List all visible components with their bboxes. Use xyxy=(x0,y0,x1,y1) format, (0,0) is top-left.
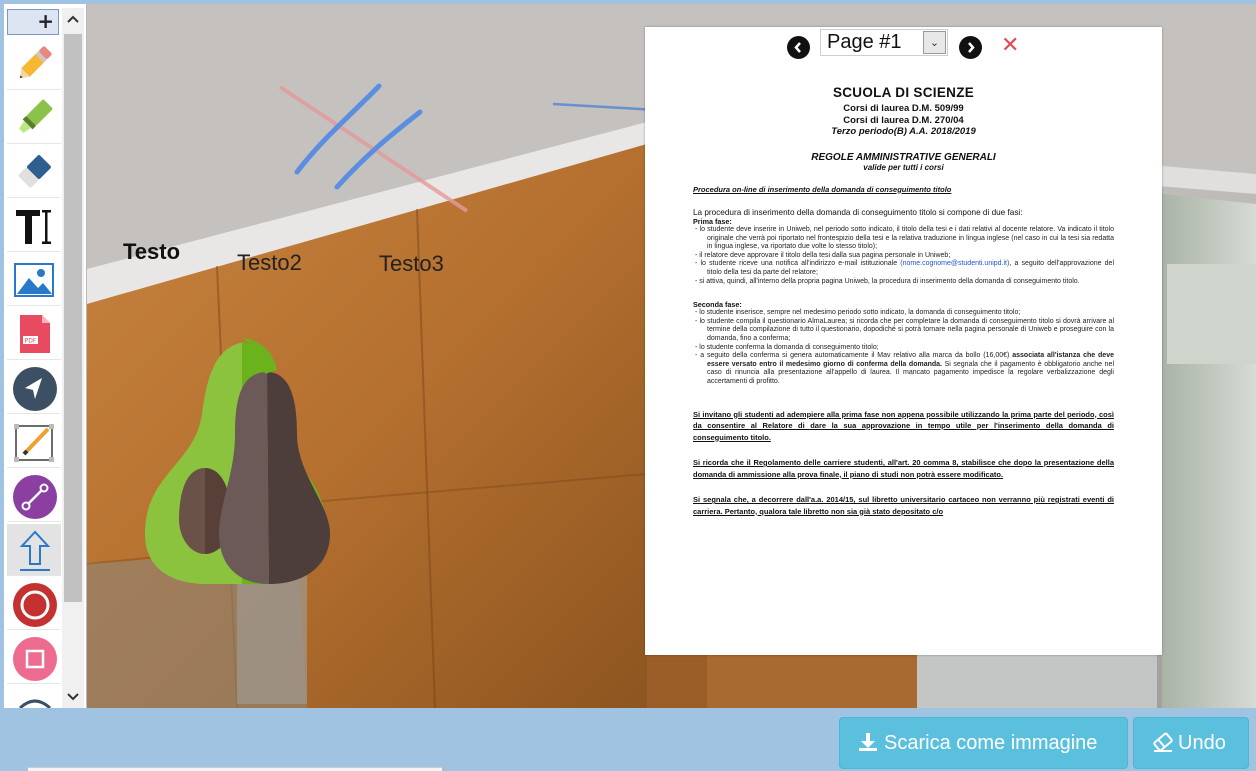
eraser-icon xyxy=(1153,732,1173,752)
canvas-text-3[interactable]: Testo3 xyxy=(379,251,444,277)
line-tool[interactable] xyxy=(7,470,61,522)
image-icon xyxy=(14,263,54,297)
page-navigator: Page #1 ⌄ ✕ xyxy=(787,27,1027,61)
pdf-page-content: SCUOLA DI SCIENZE Corsi di laurea D.M. 5… xyxy=(693,85,1114,517)
highlighter-tool[interactable] xyxy=(7,92,61,144)
highlighter-icon xyxy=(19,99,53,133)
eraser-icon xyxy=(18,155,51,188)
circle-icon xyxy=(13,583,57,627)
drawing-canvas[interactable]: Testo Testo2 Testo3 Page #1 ⌄ ✕ SCUOLA D… xyxy=(87,4,1256,708)
page-select-value: Page #1 xyxy=(827,31,902,53)
text-cursor-icon xyxy=(16,210,51,244)
undo-button[interactable]: Undo xyxy=(1133,717,1249,769)
add-tool-button[interactable]: + xyxy=(7,9,59,35)
doc-phase1-item: - lo studente deve inserire in Uniweb, n… xyxy=(695,226,1114,251)
edit-frame-tool[interactable] xyxy=(7,416,61,468)
doc-subtitle-3: Terzo periodo(B) A.A. 2018/2019 xyxy=(831,126,976,137)
arrow-up-icon xyxy=(19,530,51,571)
next-page-button[interactable] xyxy=(959,36,982,59)
more-tools-peek xyxy=(7,686,61,708)
text-tool[interactable] xyxy=(7,200,61,252)
svg-text:PDF: PDF xyxy=(25,338,37,345)
chevron-up-icon xyxy=(67,15,79,23)
doc-phase2-item: - lo studente inserisce, sempre nel mede… xyxy=(695,309,1021,317)
toolbar-panel: + PDF xyxy=(4,4,87,708)
bottom-status-strip xyxy=(28,767,442,771)
doc-note-2: Si ricorda che il Regolamento delle carr… xyxy=(693,458,1114,479)
doc-note-3: Si segnala che, a decorrere dall'a.a. 20… xyxy=(693,495,1114,516)
doc-note-1: Si invitano gli studenti ad adempiere al… xyxy=(693,409,1114,442)
doc-rules-title: REGOLE AMMINISTRATIVE GENERALI xyxy=(811,151,996,163)
doc-phase1-item: - il relatore deve approvare il titolo d… xyxy=(695,251,951,259)
doc-subtitle-1: Corsi di laurea D.M. 509/99 xyxy=(843,103,964,114)
pdf-file-icon: PDF xyxy=(20,315,50,353)
rectangle-icon xyxy=(13,637,57,681)
doc-rules-sub: valide per tutti i corsi xyxy=(863,162,944,172)
scroll-up-button[interactable] xyxy=(62,8,84,30)
canvas-text-1[interactable]: Testo xyxy=(123,239,180,265)
doc-phase2-heading: Seconda fase: xyxy=(693,300,742,310)
download-image-label: Scarica come immagine xyxy=(884,732,1098,754)
close-icon[interactable]: ✕ xyxy=(1001,34,1019,58)
undo-label: Undo xyxy=(1178,732,1226,754)
doc-phase2-item: - a seguito della conferma si genera aut… xyxy=(695,352,1115,385)
line-segment-icon xyxy=(13,475,57,519)
arrow-tool[interactable] xyxy=(7,524,61,576)
pointer-arrow-icon xyxy=(13,367,57,411)
eraser-tool[interactable] xyxy=(7,146,61,198)
image-tool[interactable] xyxy=(7,254,61,306)
doc-title: SCUOLA DI SCIENZE xyxy=(832,85,975,100)
canvas-text-2[interactable]: Testo2 xyxy=(237,250,302,276)
doc-phase1-item: - si attiva, quindi, all'interno della p… xyxy=(695,277,1080,285)
pencil-frame-icon xyxy=(14,424,54,462)
chevron-down-icon xyxy=(67,693,79,701)
pencil-tool[interactable] xyxy=(7,38,61,90)
doc-email-link[interactable]: (nome.cognome@studenti.unipd.it) xyxy=(900,260,1009,267)
scroll-down-button[interactable] xyxy=(62,686,84,708)
doc-phase2-item: - lo studente compila il questionario Al… xyxy=(695,317,1114,342)
toolbar-scrollbar[interactable] xyxy=(62,8,84,708)
download-image-button[interactable]: Scarica come immagine xyxy=(839,717,1128,769)
chevron-right-icon xyxy=(968,42,975,53)
download-icon xyxy=(859,733,877,751)
doc-intro: La procedura di inserimento della domand… xyxy=(693,207,1023,217)
doc-phase1-item: - lo studente riceve una notifica all'in… xyxy=(695,260,1115,276)
pencil-icon xyxy=(19,46,52,79)
pointer-tool[interactable] xyxy=(7,362,61,414)
doc-procedure-heading: Procedura on-line di inserimento della d… xyxy=(693,184,952,194)
chevron-down-icon[interactable]: ⌄ xyxy=(923,31,946,54)
partial-tool-icon xyxy=(18,699,52,708)
rectangle-tool[interactable] xyxy=(7,632,61,684)
scroll-thumb[interactable] xyxy=(64,34,82,602)
chevron-left-icon xyxy=(794,42,801,53)
doc-subtitle-2: Corsi di laurea D.M. 270/04 xyxy=(843,114,964,126)
page-select[interactable]: Page #1 ⌄ xyxy=(820,29,948,56)
doc-phase2-item: - lo studente conferma la domanda di con… xyxy=(695,343,879,351)
doc-phase1-heading: Prima fase: xyxy=(693,217,732,226)
pdf-page[interactable]: Page #1 ⌄ ✕ SCUOLA DI SCIENZE Corsi di l… xyxy=(645,27,1162,655)
pdf-tool[interactable]: PDF xyxy=(7,308,61,360)
prev-page-button[interactable] xyxy=(787,36,810,59)
circle-tool[interactable] xyxy=(7,578,61,630)
